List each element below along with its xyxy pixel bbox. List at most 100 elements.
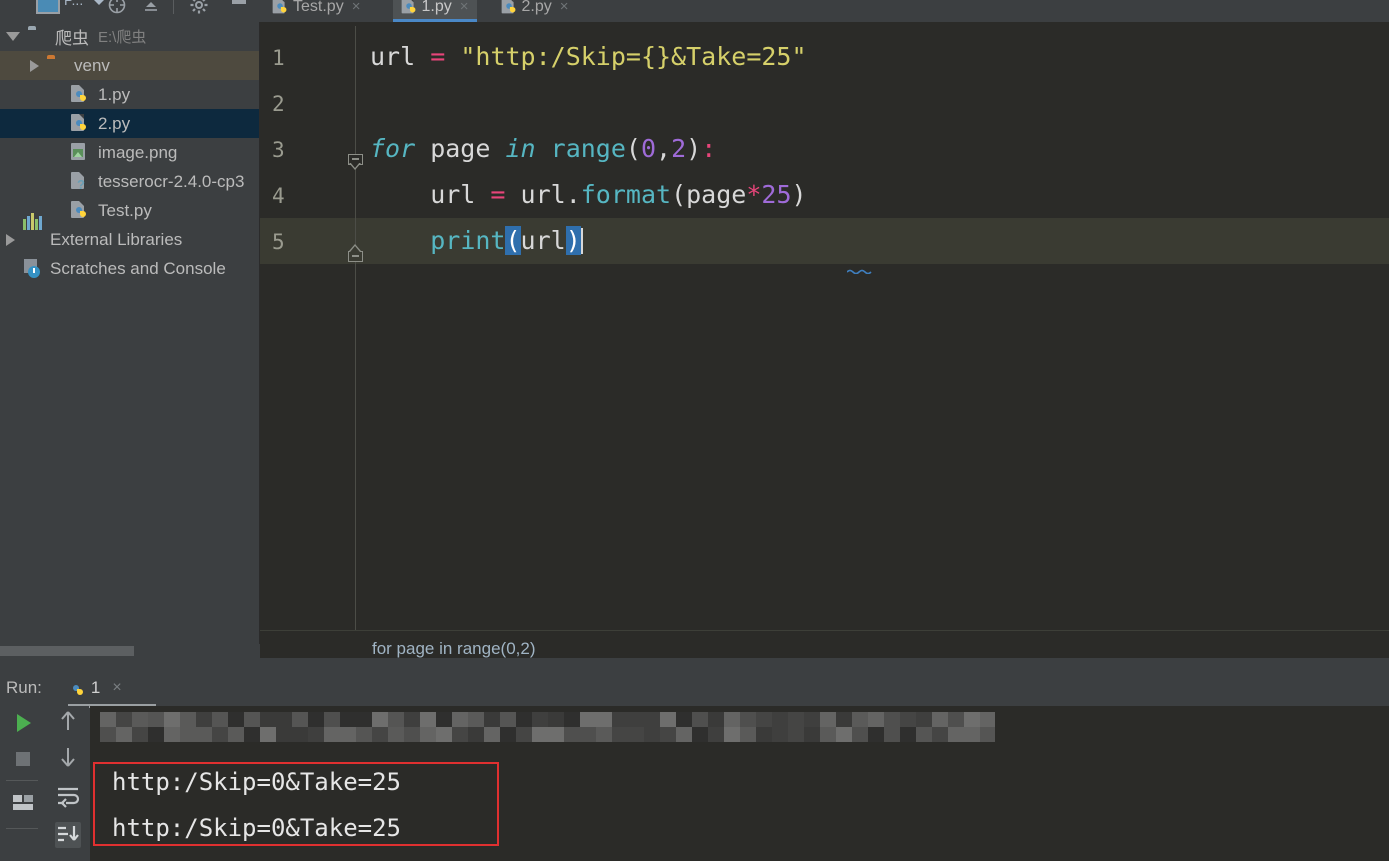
- mosaic-cell: [276, 727, 292, 742]
- mosaic-cell: [724, 727, 740, 742]
- collapse-all-icon[interactable]: [138, 0, 164, 18]
- project-tree[interactable]: 爬虫 E:\爬虫 venv 1.py 2.py image.png? tesserocr-2…: [0, 22, 260, 644]
- mosaic-cell: [932, 712, 948, 727]
- mosaic-cell: [276, 712, 292, 727]
- chevron-down-icon[interactable]: [94, 0, 104, 5]
- tree-item-label: tesserocr-2.4.0-cp3: [98, 171, 245, 191]
- tree-item-label: 2.py: [98, 113, 131, 133]
- close-icon[interactable]: ×: [352, 0, 361, 15]
- stop-icon[interactable]: [10, 746, 36, 772]
- mosaic-cell: [228, 727, 244, 742]
- mosaic-cell: [740, 712, 756, 727]
- project-icon[interactable]: [36, 0, 60, 14]
- run-tab-1[interactable]: 1 ×: [64, 670, 156, 708]
- scroll-to-end-icon[interactable]: [55, 822, 81, 848]
- mosaic-cell: [964, 727, 980, 742]
- layout-icon[interactable]: [10, 790, 36, 816]
- mosaic-cell: [948, 712, 964, 727]
- tree-item-2-py[interactable]: 2.py: [0, 109, 260, 138]
- close-icon[interactable]: ×: [112, 679, 121, 697]
- tree-item-external-libraries[interactable]: External Libraries: [0, 212, 260, 254]
- hide-icon[interactable]: [226, 0, 252, 18]
- unknown-file-icon: ?: [71, 171, 91, 192]
- mosaic-cell: [404, 727, 420, 742]
- code-token: ,: [656, 134, 672, 163]
- settings-gear-icon[interactable]: [186, 0, 212, 18]
- code-token: (: [625, 134, 641, 163]
- tree-item-venv[interactable]: venv: [0, 51, 260, 80]
- run-tab-bar[interactable]: Run: 1 ×: [0, 670, 1389, 708]
- line-number: 5: [272, 230, 285, 254]
- chevron-down-icon[interactable]: [6, 32, 20, 41]
- mosaic-cell: [340, 727, 356, 742]
- code-line-5[interactable]: print(url): [370, 226, 583, 255]
- code-token: url: [370, 42, 431, 71]
- run-console-output[interactable]: py http:/Skip=0&Take=25 http:/Skip=0&Take…: [90, 706, 1389, 861]
- rerun-icon[interactable]: [10, 710, 36, 736]
- mosaic-cell: [244, 727, 260, 742]
- tree-item-image-png[interactable]: image.png: [0, 138, 260, 167]
- close-icon[interactable]: ×: [560, 0, 569, 15]
- project-selector-label[interactable]: P...: [64, 0, 83, 8]
- code-editor[interactable]: 1 2 3 4 5 url = "http:/Skip={}&Take=25" for p…: [260, 26, 1389, 630]
- tree-item-tesserocr-2-4-0-cp3[interactable]: ? tesserocr-2.4.0-cp3: [0, 167, 260, 196]
- mosaic-cell: [836, 712, 852, 727]
- editor-gutter[interactable]: 1 2 3 4 5: [260, 26, 357, 630]
- mosaic-cell: [388, 712, 404, 727]
- mosaic-cell: [788, 727, 804, 742]
- code-line-3[interactable]: for page in range(0,2):: [370, 134, 716, 163]
- mosaic-cell: [660, 727, 676, 742]
- mosaic-cell: [692, 727, 708, 742]
- mosaic-cell: [100, 727, 116, 742]
- locate-icon[interactable]: [104, 0, 130, 18]
- mosaic-cell: [596, 712, 612, 727]
- run-navigation-toolbar[interactable]: [45, 706, 89, 861]
- code-line-4[interactable]: url = url.format(page*25): [370, 180, 806, 209]
- up-arrow-icon[interactable]: [55, 708, 81, 734]
- mosaic-cell: [164, 727, 180, 742]
- down-arrow-icon[interactable]: [55, 744, 81, 770]
- mosaic-cell: [820, 712, 836, 727]
- mosaic-cell: [772, 712, 788, 727]
- tree-item-label: 爬虫: [55, 29, 89, 48]
- fold-region-end-icon[interactable]: [348, 244, 363, 262]
- editor-tab-bar[interactable]: Test.py × 1.py × 2.py ×: [260, 0, 1389, 22]
- editor-tab-2-py[interactable]: 2.py ×: [493, 0, 577, 22]
- chevron-right-icon[interactable]: [30, 59, 39, 72]
- code-line-1[interactable]: url = "http:/Skip={}&Take=25": [370, 42, 807, 71]
- mosaic-cell: [308, 727, 324, 742]
- editor-tab-1-py[interactable]: 1.py ×: [392, 0, 477, 22]
- mosaic-cell: [644, 712, 660, 727]
- tree-item-scratches-and-console[interactable]: Scratches and Console: [0, 254, 260, 283]
- tree-horizontal-scrollbar[interactable]: [0, 644, 260, 658]
- editor-tab-label: Test.py: [293, 0, 344, 15]
- mosaic-cell: [644, 727, 660, 742]
- mosaic-cell: [740, 727, 756, 742]
- console-output-line: http:/Skip=0&Take=25: [112, 768, 401, 796]
- mosaic-cell: [388, 727, 404, 742]
- tree-item-1-py[interactable]: 1.py: [0, 80, 260, 109]
- mosaic-cell: [212, 727, 228, 742]
- mosaic-cell: [516, 727, 532, 742]
- tree-item-[interactable]: 爬虫 E:\爬虫: [0, 22, 260, 51]
- mosaic-cell: [916, 712, 932, 727]
- mosaic-cell: [980, 727, 995, 742]
- chevron-right-icon[interactable]: [6, 233, 15, 246]
- fold-collapse-icon[interactable]: [348, 154, 363, 171]
- scrollbar-thumb[interactable]: [0, 646, 134, 656]
- mosaic-cell: [804, 727, 820, 742]
- run-tool-window: Run: 1 × http:/Skip=0&Take=25 http:/Skip…: [0, 658, 1389, 861]
- run-left-toolbar[interactable]: [0, 706, 44, 861]
- close-icon[interactable]: ×: [460, 0, 469, 15]
- mosaic-cell: [420, 727, 436, 742]
- mosaic-cell: [900, 727, 916, 742]
- mosaic-cell: [532, 727, 548, 742]
- mosaic-cell: [628, 727, 644, 742]
- mosaic-cell: [916, 727, 932, 742]
- editor-tab-Test-py[interactable]: Test.py ×: [264, 0, 368, 22]
- tree-item-label: Test.py: [98, 200, 152, 220]
- soft-wrap-icon[interactable]: [55, 784, 81, 810]
- code-token: (: [671, 180, 687, 209]
